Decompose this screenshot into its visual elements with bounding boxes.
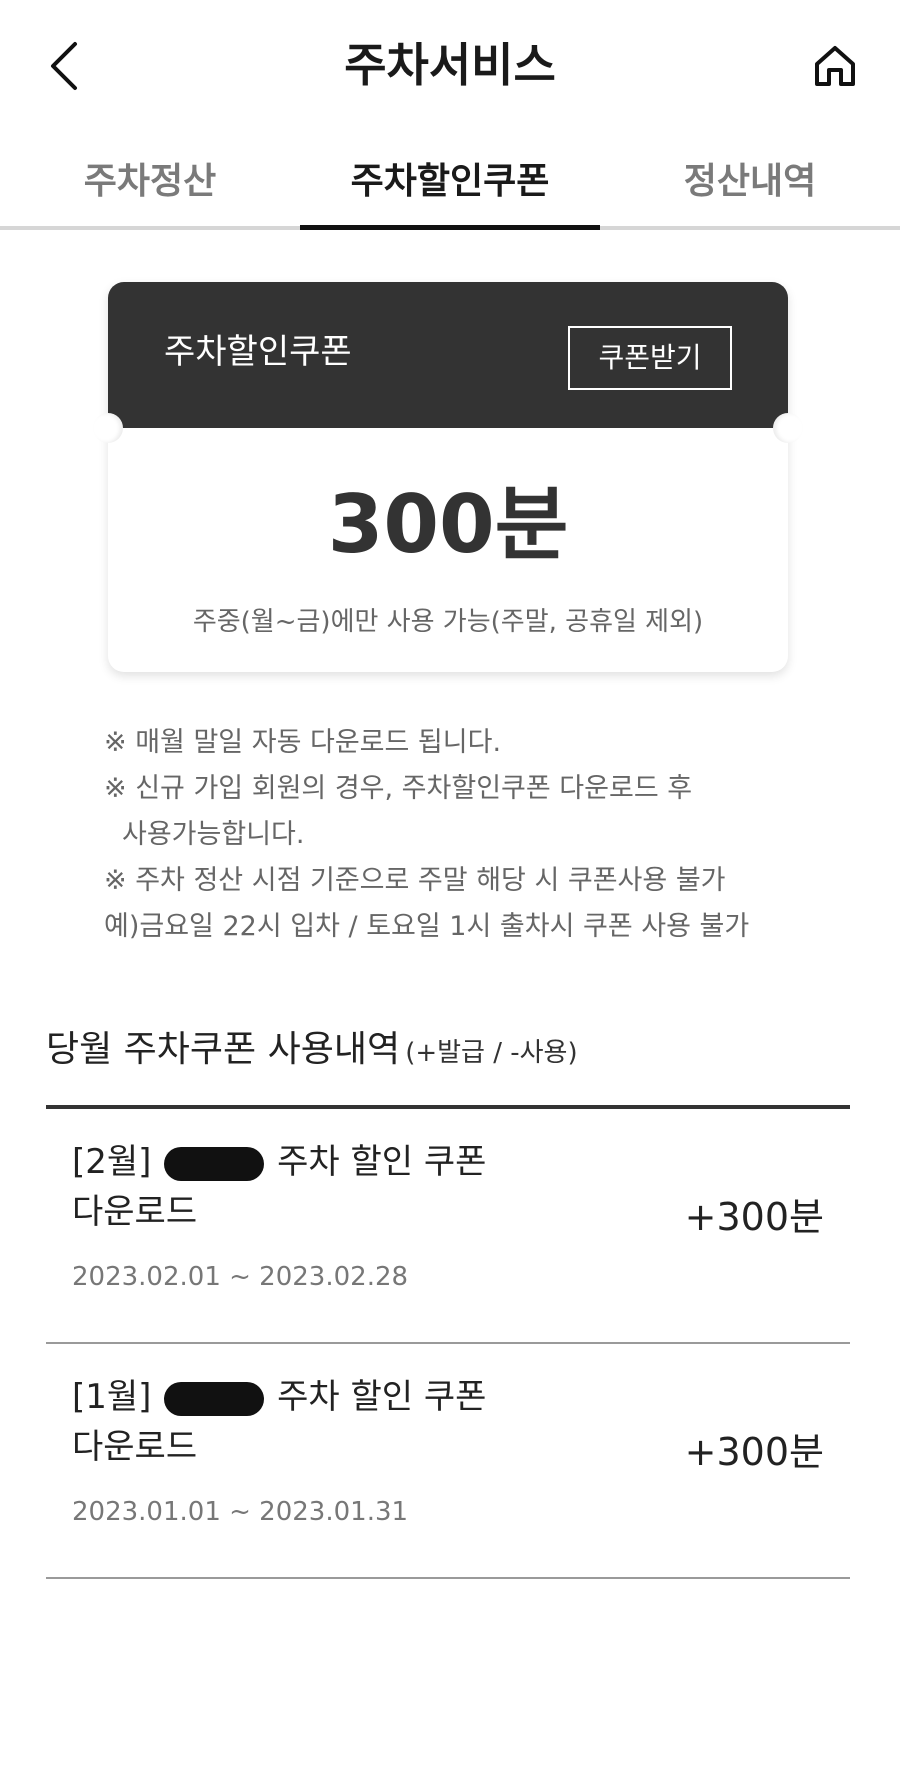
chevron-left-icon bbox=[51, 42, 77, 90]
history-row-title: [2월] 주차 할인 쿠폰 bbox=[72, 1137, 486, 1187]
history-row[interactable]: [1월] 주차 할인 쿠폰 다운로드 2023.01.01 ~ 2023.01.… bbox=[46, 1344, 850, 1579]
history-row-month: [1월] bbox=[72, 1377, 152, 1417]
history-row-label: 주차 할인 쿠폰 bbox=[277, 1377, 487, 1417]
history-row-action: 다운로드 bbox=[72, 1427, 198, 1467]
history-row-action: 다운로드 bbox=[72, 1192, 198, 1232]
coupon-title: 주차할인쿠폰 bbox=[164, 332, 352, 372]
notice-item: 사용가능합니다. bbox=[122, 819, 305, 850]
notice-item: ※ 신규 가입 회원의 경우, 주차할인쿠폰 다운로드 후 bbox=[104, 773, 693, 804]
redacted-text bbox=[164, 1146, 265, 1181]
history-row-label: 주차 할인 쿠폰 bbox=[277, 1142, 487, 1182]
notice-list: ※ 매월 말일 자동 다운로드 됩니다. ※ 신규 가입 회원의 경우, 주차할… bbox=[104, 720, 824, 950]
tab-payment-history[interactable]: 정산내역 bbox=[600, 140, 900, 226]
coupon-header: 주차할인쿠폰 쿠폰받기 bbox=[108, 282, 788, 428]
tab-parking-payment[interactable]: 주차정산 bbox=[0, 140, 300, 226]
page-title: 주차서비스 bbox=[344, 38, 556, 92]
notice-item: 예)금요일 22시 입차 / 토요일 1시 출차시 쿠폰 사용 불가 bbox=[104, 911, 750, 942]
history-row-period: 2023.02.01 ~ 2023.02.28 bbox=[72, 1262, 409, 1292]
app-header: 주차서비스 bbox=[0, 0, 900, 130]
history-row-title: [1월] 주차 할인 쿠폰 bbox=[72, 1372, 486, 1422]
notice-item: ※ 주차 정산 시점 기준으로 주말 해당 시 쿠폰사용 불가 bbox=[104, 865, 726, 896]
back-button[interactable] bbox=[30, 28, 100, 104]
history-row-month: [2월] bbox=[72, 1142, 152, 1182]
coupon-notch-right bbox=[773, 413, 803, 443]
history-row-period: 2023.01.01 ~ 2023.01.31 bbox=[72, 1497, 409, 1527]
home-icon bbox=[815, 46, 855, 86]
coupon-usage-note: 주중(월~금)에만 사용 가능(주말, 공휴일 제외) bbox=[192, 607, 704, 637]
history-title: 당월 주차쿠폰 사용내역 bbox=[46, 1029, 401, 1070]
history-section-title: 당월 주차쿠폰 사용내역 (+발급 / -사용) bbox=[46, 1020, 846, 1080]
coupon-notch-left bbox=[93, 413, 123, 443]
home-button[interactable] bbox=[800, 28, 870, 104]
history-row-amount: +300분 bbox=[684, 1195, 824, 1239]
history-subtitle: (+발급 / -사용) bbox=[405, 1038, 578, 1068]
history-row-amount: +300분 bbox=[684, 1430, 824, 1474]
coupon-amount: 300분 bbox=[327, 478, 569, 571]
tab-parking-coupon[interactable]: 주차할인쿠폰 bbox=[300, 140, 600, 230]
history-row[interactable]: [2월] 주차 할인 쿠폰 다운로드 2023.02.01 ~ 2023.02.… bbox=[46, 1109, 850, 1344]
coupon-card: 주차할인쿠폰 쿠폰받기 300분 주중(월~금)에만 사용 가능(주말, 공휴일… bbox=[93, 282, 803, 672]
tab-bar: 주차정산 주차할인쿠폰 정산내역 bbox=[0, 140, 900, 230]
get-coupon-button[interactable]: 쿠폰받기 bbox=[568, 326, 732, 390]
notice-item: ※ 매월 말일 자동 다운로드 됩니다. bbox=[104, 727, 502, 758]
redacted-text bbox=[164, 1381, 265, 1416]
